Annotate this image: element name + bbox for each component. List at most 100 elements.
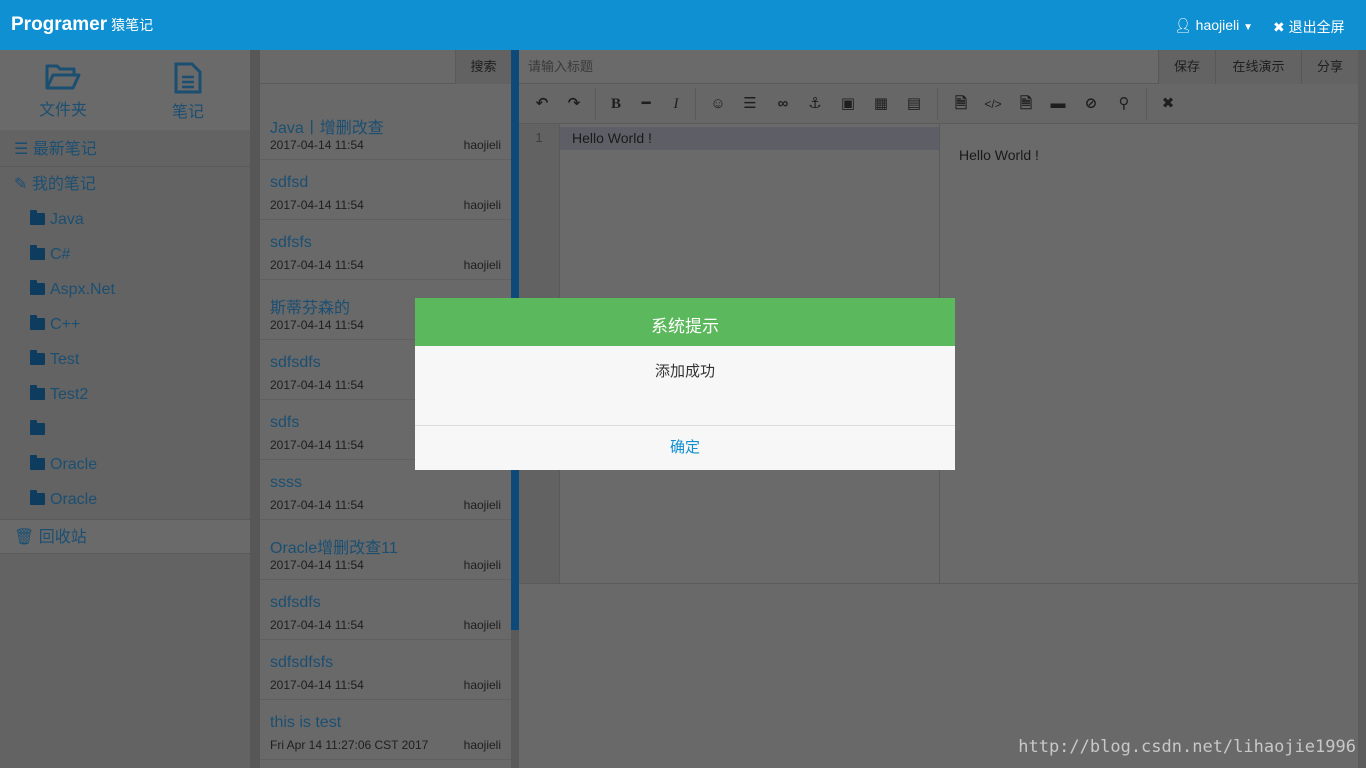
note-list-item[interactable]: this is test Fri Apr 14 11:27:06 CST 2017… [260,700,511,760]
trash-label: 回收站 [38,529,87,546]
editor-toolbar: ↶ ↷ B ━ I ☺ ☰ ∞ ⚓︎ ▣ ▦ ▤ 🗎︎ </> 🗎︎ ▬ ⊘ ⚲… [519,84,1358,124]
caret-down-icon: ▼ [1243,22,1254,33]
folder-label: Test2 [50,386,89,403]
note-date: 2017-04-14 11:54 [270,198,364,212]
note-author: haojieli [463,738,501,752]
note-title: 斯蒂芬森的 [270,300,351,317]
folder-icon [30,490,45,505]
table-icon[interactable]: ▦ [872,94,890,114]
note-date: 2017-04-14 11:54 [270,138,364,152]
folder-item[interactable]: C++ [30,307,80,342]
folder-label: Test [50,351,80,368]
page-scrollbar[interactable] [1358,50,1366,768]
mine-label: 我的笔记 [31,176,96,193]
sidebar-item-trash[interactable]: 🗑︎ 回收站 [0,519,250,554]
present-button[interactable]: 在线演示 [1215,50,1301,84]
note-author: haojieli [463,498,501,512]
active-line[interactable]: Hello World ! [560,127,939,150]
folder-open-icon [45,64,81,90]
folder-icon [30,385,45,400]
folder-item[interactable]: Test [30,342,79,377]
note-title: sdfsdfs [270,354,321,371]
note-author: haojieli [463,678,501,692]
brand-name: Programer [11,14,108,35]
bold-icon[interactable]: B [607,94,625,114]
file-code-block-icon[interactable]: 🗎︎ [1017,94,1035,114]
note-list-item[interactable]: sdfsdfsfs 2017-04-14 11:54 haojieli [260,640,511,700]
eye-slash-icon[interactable]: ⊘ [1082,94,1100,114]
folder-item[interactable]: Java [30,202,84,237]
note-author: haojieli [463,138,501,152]
share-button[interactable]: 分享 [1301,50,1358,84]
folder-item[interactable]: Aspx.Net [30,272,115,307]
toolbar-divider [695,88,696,120]
sidebar-tabs: 文件夹 笔记 [0,50,250,130]
system-alert-dialog: 系统提示 添加成功 确定 [415,298,955,470]
sidebar-item-latest[interactable]: ☰ 最新笔记 [0,132,250,167]
folder-label: C# [50,246,71,263]
note-date: 2017-04-14 11:54 [270,558,364,572]
file-code-icon[interactable]: 🗎︎ [952,94,970,114]
note-date: 2017-04-14 11:54 [270,618,364,632]
note-list-scrollbar-track[interactable] [511,630,519,768]
latest-label: 最新笔记 [32,141,97,158]
save-button[interactable]: 保存 [1158,50,1215,84]
note-author: haojieli [463,558,501,572]
note-date: 2017-04-14 11:54 [270,318,364,332]
emoji-icon[interactable]: ☺ [709,94,727,114]
note-title: sdfs [270,414,300,431]
file-text-icon [174,62,202,94]
tab-folders[interactable]: 文件夹 [13,62,113,120]
top-navbar: Programer 猿笔记 👤︎ haojieli ▼ ✖ 退出全屏 [0,0,1366,50]
folder-icon [30,280,45,295]
note-date: Fri Apr 14 11:27:06 CST 2017 [270,738,429,752]
compress-icon: ✖ [1273,19,1285,35]
user-menu[interactable]: 👤︎ haojieli ▼ [1174,17,1253,34]
note-date: 2017-04-14 11:54 [270,258,364,272]
exit-fullscreen-button[interactable]: ✖ 退出全屏 [1273,17,1345,37]
note-date: 2017-04-14 11:54 [270,438,364,452]
folder-icon [30,315,45,330]
fullscreen-icon[interactable]: ✖ [1159,94,1177,114]
folder-item[interactable]: Oracle [30,447,97,482]
trash-icon: 🗑︎ [14,529,35,546]
html-entities-icon[interactable]: ▤ [905,94,923,114]
folder-item[interactable]: Test2 [30,377,88,412]
line-number: 1 [535,130,543,145]
folder-item[interactable]: C# [30,237,70,272]
tab-notes-label: 笔记 [171,104,204,121]
preview-text: Hello World ! [959,147,1039,163]
note-list-item[interactable]: sdfsfs 2017-04-14 11:54 haojieli [260,220,511,280]
folder-item[interactable]: Oracle [30,482,97,517]
anchor-icon[interactable]: ⚓︎ [806,94,824,114]
note-title: sdfsfs [270,234,312,251]
note-list-item[interactable]: Oracle增删改查11 2017-04-14 11:54 haojieli [260,520,511,580]
note-list-item[interactable]: sdfsdfs 2017-04-14 11:54 haojieli [260,580,511,640]
note-list-item[interactable]: sdfsd 2017-04-14 11:54 haojieli [260,160,511,220]
italic-icon[interactable]: I [667,94,685,114]
folder-item[interactable] [30,412,50,447]
image-icon[interactable]: ▣ [839,94,857,114]
code-icon[interactable]: </> [984,94,1002,114]
search-icon[interactable]: ⚲ [1115,94,1133,114]
note-author: haojieli [463,618,501,632]
strikethrough-icon[interactable]: ━ [637,94,655,114]
note-list-item[interactable]: Java丨增删改查 2017-04-14 11:54 haojieli [260,100,511,160]
search-button[interactable]: 搜索 [455,50,511,84]
note-title: ssss [270,474,302,491]
tab-notes[interactable]: 笔记 [138,62,238,122]
redo-icon[interactable]: ↷ [565,94,583,114]
brand-logo[interactable]: Programer 猿笔记 [11,14,153,36]
link-icon[interactable]: ∞ [774,94,792,114]
desktop-preview-icon[interactable]: ▬ [1049,94,1067,114]
undo-icon[interactable]: ↶ [533,94,551,114]
folder-icon [30,350,45,365]
folder-label: Aspx.Net [50,281,115,298]
sidebar-item-mine[interactable]: ✎ 我的笔记 [0,167,250,202]
dialog-ok-button[interactable]: 确定 [415,425,955,470]
note-author: haojieli [463,258,501,272]
sidebar: 文件夹 笔记 ☰ 最新笔记 ✎ 我的笔记 Java C# Aspx.Net C+… [0,50,250,768]
list-ul-icon[interactable]: ☰ [741,94,759,114]
sidebar-scrollbar[interactable] [250,50,260,768]
watermark: http://blog.csdn.net/lihaojie1996 [1018,737,1356,757]
